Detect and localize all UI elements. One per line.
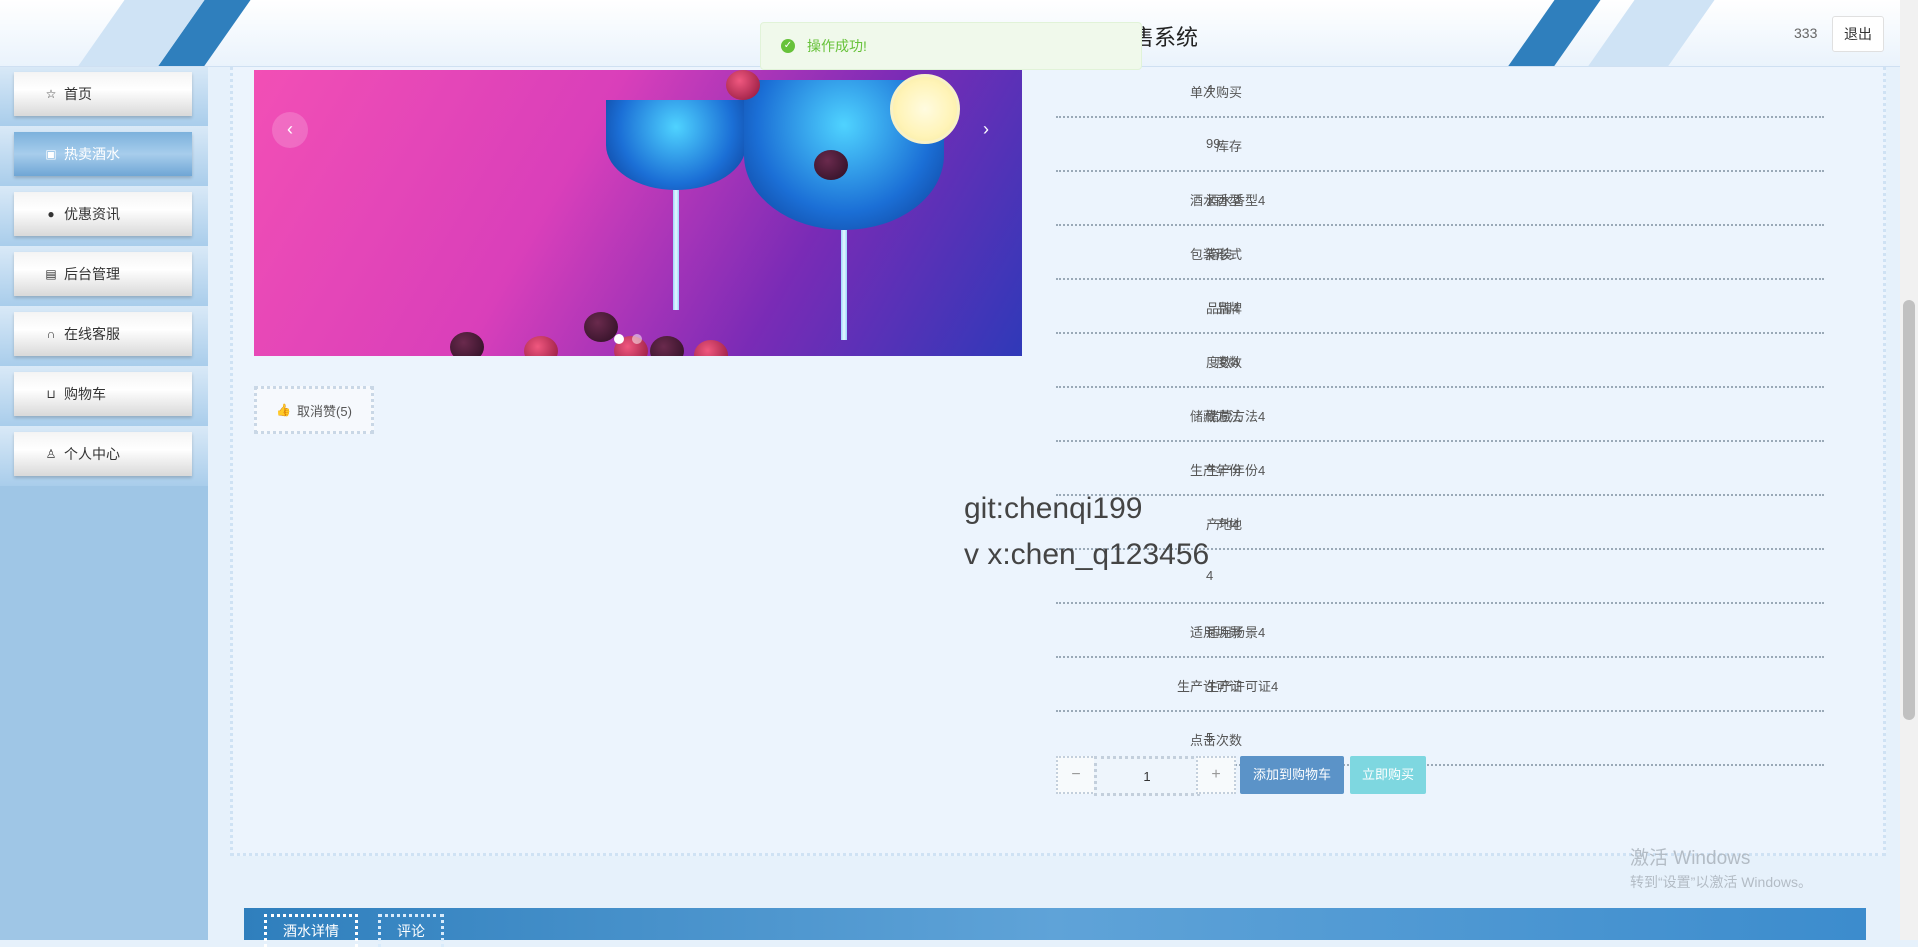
field-value: 品牌4 bbox=[1206, 301, 1240, 316]
cocktail-glass-image bbox=[606, 100, 746, 190]
quantity-input[interactable] bbox=[1094, 756, 1200, 796]
field-value: 适用场景4 bbox=[1206, 625, 1266, 640]
headset-icon: ∩ bbox=[46, 327, 56, 341]
blackberry-image bbox=[650, 336, 684, 356]
plus-icon[interactable]: + bbox=[1196, 756, 1236, 794]
table-row: 储藏方法 储藏方法4 bbox=[1056, 390, 1824, 442]
field-value: 酒水香型4 bbox=[1206, 193, 1266, 208]
watermark-text: v x:chen_q123456 bbox=[964, 538, 1210, 571]
success-toast: ✓ 操作成功! bbox=[760, 22, 1142, 70]
shopping-bag-icon: ▣ bbox=[45, 147, 57, 161]
tab-product-details[interactable]: 酒水详情 bbox=[264, 914, 358, 947]
raspberry-image bbox=[726, 70, 760, 100]
cart-icon: ⊔ bbox=[46, 387, 56, 401]
raspberry-image bbox=[524, 336, 558, 356]
sidebar-item-label: 后台管理 bbox=[64, 266, 120, 282]
field-value: 产地4 bbox=[1206, 517, 1240, 532]
table-row: 生产年份 生产年份4 bbox=[1056, 444, 1824, 496]
thumbs-up-icon: 👍 bbox=[276, 403, 292, 417]
sidebar-item-promotions[interactable]: ● 优惠资讯 bbox=[0, 186, 208, 246]
field-value: 箱装 bbox=[1206, 247, 1233, 262]
table-row: 库存 99 bbox=[1056, 120, 1824, 172]
product-image-carousel[interactable]: ‹ › bbox=[254, 70, 1022, 356]
glass-stem-image bbox=[841, 230, 847, 340]
page-scrollbar[interactable] bbox=[1900, 0, 1918, 940]
star-icon: ☆ bbox=[45, 87, 57, 101]
blackberry-image bbox=[450, 332, 484, 356]
buy-now-button[interactable]: 立即购买 bbox=[1350, 756, 1426, 794]
windows-activation-subtitle: 转到“设置”以激活 Windows。 bbox=[1630, 874, 1813, 890]
sidebar-item-label: 个人中心 bbox=[64, 446, 120, 462]
quantity-stepper: − + bbox=[1056, 756, 1236, 796]
sidebar-item-cart[interactable]: ⊔ 购物车 bbox=[0, 366, 208, 426]
sidebar-item-customer-service[interactable]: ∩ 在线客服 bbox=[0, 306, 208, 366]
table-row: 度数 度数4 bbox=[1056, 336, 1824, 388]
sidebar-item-home[interactable]: ☆ 首页 bbox=[0, 66, 208, 126]
briefcase-icon: ▤ bbox=[45, 267, 57, 281]
table-row: 生产许可证 生产许可证4 bbox=[1056, 660, 1824, 712]
table-row: 单次购买 4 bbox=[1056, 66, 1824, 118]
field-value: 度数4 bbox=[1206, 355, 1240, 370]
sidebar-item-hot-drinks[interactable]: ▣ 热卖酒水 bbox=[0, 126, 208, 186]
sidebar: ☆ 首页 ▣ 热卖酒水 ● 优惠资讯 ▤ 后台管理 ∩ 在线客服 ⊔ 购物车 ♙ 个人中心 bbox=[0, 66, 208, 940]
tab-comments[interactable]: 评论 bbox=[378, 914, 444, 947]
sidebar-item-label: 在线客服 bbox=[64, 326, 120, 342]
sidebar-item-label: 首页 bbox=[64, 86, 92, 102]
field-value: 5 bbox=[1206, 730, 1214, 745]
scrollbar-thumb[interactable] bbox=[1903, 300, 1915, 720]
user-icon: ♙ bbox=[45, 447, 57, 461]
like-label: 取消赞(5) bbox=[297, 403, 352, 419]
detail-tabs: 酒水详情 评论 bbox=[244, 908, 1866, 947]
lemon-slice-image bbox=[890, 74, 960, 144]
table-row: 适用场景 适用场景4 bbox=[1056, 606, 1824, 658]
field-label: 单次购买 bbox=[1189, 85, 1242, 100]
table-row: 酒水香型 酒水香型4 bbox=[1056, 174, 1824, 226]
sidebar-item-profile[interactable]: ♙ 个人中心 bbox=[0, 426, 208, 486]
toast-message: 操作成功! bbox=[807, 38, 867, 54]
check-circle-icon: ✓ bbox=[781, 39, 795, 53]
raspberry-image bbox=[694, 340, 728, 356]
table-row: 包装形式 箱装 bbox=[1056, 228, 1824, 280]
field-value: 生产许可证4 bbox=[1206, 679, 1279, 694]
field-value: 生产年份4 bbox=[1206, 463, 1266, 478]
blackberry-image bbox=[814, 150, 848, 180]
header-decor-stripe bbox=[1578, 0, 1722, 66]
sidebar-item-admin[interactable]: ▤ 后台管理 bbox=[0, 246, 208, 306]
field-value: 99 bbox=[1206, 136, 1221, 151]
table-row: 品牌 品牌4 bbox=[1056, 282, 1824, 334]
windows-activation-title: 激活 Windows bbox=[1630, 848, 1751, 869]
field-label: 点击次数 bbox=[1189, 733, 1242, 748]
carousel-indicator[interactable] bbox=[614, 334, 624, 344]
chevron-right-icon[interactable]: › bbox=[968, 112, 1004, 148]
add-to-cart-button[interactable]: 添加到购物车 bbox=[1240, 756, 1344, 794]
unlike-button[interactable]: 👍 取消赞(5) bbox=[254, 386, 374, 434]
info-circle-icon: ● bbox=[47, 207, 55, 221]
blackberry-image bbox=[584, 312, 618, 342]
logout-button[interactable]: 退出 bbox=[1832, 16, 1884, 52]
product-info-table: 单次购买 4 库存 99 酒水香型 酒水香型4 包装形式 箱装 品牌 品牌4 度数 度数4 … bbox=[1056, 66, 1824, 768]
sidebar-item-label: 热卖酒水 bbox=[64, 146, 120, 162]
field-value: 储藏方法4 bbox=[1206, 409, 1266, 424]
sidebar-item-label: 购物车 bbox=[64, 386, 106, 402]
header-decor-stripe bbox=[1498, 0, 1608, 66]
glass-stem-image bbox=[673, 190, 679, 310]
watermark-text: git:chenqi199 bbox=[964, 492, 1143, 525]
chevron-left-icon[interactable]: ‹ bbox=[272, 112, 308, 148]
sidebar-item-label: 优惠资讯 bbox=[64, 206, 120, 222]
field-value: 4 bbox=[1206, 82, 1214, 97]
username: 333 bbox=[1794, 25, 1818, 41]
carousel-indicator[interactable] bbox=[632, 334, 642, 344]
minus-icon[interactable]: − bbox=[1056, 756, 1096, 794]
